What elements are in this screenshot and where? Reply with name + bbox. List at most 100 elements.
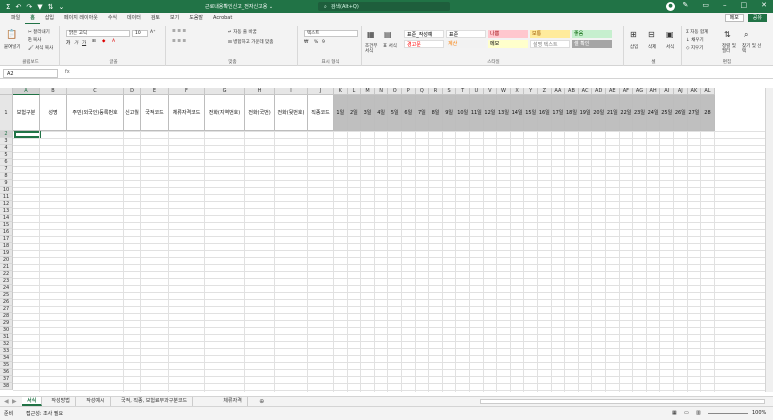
header-cell-27[interactable]: 18일 [565, 95, 579, 131]
ribbon-tab-7[interactable]: 보기 [165, 13, 184, 24]
header-cell-1[interactable]: 성명 [40, 95, 67, 131]
column-header-r[interactable]: R [429, 88, 443, 95]
ribbon-tab-5[interactable]: 데이터 [122, 13, 146, 24]
prev-sheet-icon[interactable]: ◀ [4, 398, 9, 405]
row-header-10[interactable]: 10 [0, 187, 13, 194]
font-name-select[interactable]: 맑은 고딕 [66, 30, 130, 37]
row-header-20[interactable]: 20 [0, 257, 13, 264]
align-top-icon[interactable]: ≡ ≡ ≡ [172, 29, 186, 34]
sheet-tab-0[interactable]: 서식 [22, 397, 43, 406]
column-header-h[interactable]: H [245, 88, 275, 95]
header-cell-5[interactable]: 체류자격코드 [169, 95, 205, 131]
conditional-format-icon[interactable]: ▦ [367, 30, 375, 39]
row-header-29[interactable]: 29 [0, 320, 13, 327]
sheet-tab-4[interactable]: 체류자격 [218, 397, 248, 406]
ribbon-tab-6[interactable]: 검토 [146, 13, 165, 24]
bold-button[interactable]: 가 [66, 40, 70, 46]
row-header-21[interactable]: 21 [0, 264, 13, 271]
zoom-slider[interactable] [708, 413, 748, 414]
header-cell-2[interactable]: 주민(외국인)등록번호 [67, 95, 124, 131]
column-header-k[interactable]: K [334, 88, 348, 95]
sort-icon[interactable]: ⇅ [48, 3, 54, 11]
header-cell-22[interactable]: 13일 [497, 95, 511, 131]
header-cell-8[interactable]: 전화(뒷번호) [275, 95, 308, 131]
close-icon[interactable]: ✕ [761, 1, 767, 9]
header-cell-33[interactable]: 24일 [646, 95, 661, 131]
column-header-z[interactable]: Z [538, 88, 552, 95]
column-header-v[interactable]: V [483, 88, 498, 95]
vertical-scrollbar[interactable] [765, 88, 773, 392]
header-cell-32[interactable]: 23일 [633, 95, 647, 131]
row-header-15[interactable]: 15 [0, 222, 13, 229]
customize-icon[interactable]: ⌄ [58, 3, 64, 11]
delete-cells-button[interactable]: 삭제 [648, 44, 656, 50]
header-cell-37[interactable]: 28 [701, 95, 715, 131]
row-header-26[interactable]: 26 [0, 299, 13, 306]
cell-style-5[interactable]: 경고문 [404, 40, 444, 48]
row-header-3[interactable]: 3 [0, 138, 13, 145]
currency-icon[interactable]: ₩ [304, 40, 308, 45]
wrap-text-button[interactable]: ↵ 자동 줄 바꿈 [228, 29, 257, 35]
header-cell-24[interactable]: 15일 [524, 95, 538, 131]
horizontal-scrollbar[interactable] [480, 399, 765, 404]
row-header-35[interactable]: 35 [0, 362, 13, 369]
column-header-f[interactable]: F [169, 88, 205, 95]
column-header-i[interactable]: I [275, 88, 308, 95]
select-all-corner[interactable] [0, 88, 13, 95]
row-header-25[interactable]: 25 [0, 292, 13, 299]
header-cell-30[interactable]: 21일 [606, 95, 620, 131]
row-header-9[interactable]: 9 [0, 180, 13, 187]
ribbon-tab-2[interactable]: 삽입 [40, 13, 59, 24]
header-cell-12[interactable]: 3일 [361, 95, 375, 131]
column-header-a[interactable]: A [13, 88, 40, 95]
insert-cells-icon[interactable]: ⊞ [630, 30, 637, 39]
underline-button[interactable]: 가 [82, 40, 86, 46]
row-header-16[interactable]: 16 [0, 229, 13, 236]
ribbon-tab-9[interactable]: Acrobat [208, 13, 237, 24]
header-cell-28[interactable]: 19일 [578, 95, 593, 131]
comma-button[interactable]: 9 [322, 40, 325, 45]
row-header-37[interactable]: 37 [0, 376, 13, 383]
sort-filter-button[interactable]: 정렬 및 필터 [722, 44, 740, 54]
row-header-34[interactable]: 34 [0, 355, 13, 362]
row-header-27[interactable]: 27 [0, 306, 13, 313]
ribbon-tab-8[interactable]: 도움말 [184, 13, 208, 24]
merge-center-button[interactable]: ⊟ 병합하고 가운데 맞춤 [228, 39, 273, 45]
cell-style-4[interactable]: 좋음 [572, 30, 612, 38]
font-size-select[interactable]: 10 [132, 30, 148, 37]
header-cell-4[interactable]: 국적코드 [141, 95, 169, 131]
column-header-m[interactable]: M [361, 88, 375, 95]
header-cell-10[interactable]: 1일 [334, 95, 348, 131]
row-header-5[interactable]: 5 [0, 152, 13, 159]
cell-style-2[interactable]: 나쁨 [488, 30, 528, 38]
column-header-c[interactable]: C [67, 88, 124, 95]
fill-color-icon[interactable]: ◆ [102, 39, 105, 44]
row-header-12[interactable]: 12 [0, 201, 13, 208]
ribbon-tab-4[interactable]: 수식 [103, 13, 122, 24]
name-box[interactable]: A2 [3, 69, 58, 78]
column-header-g[interactable]: G [205, 88, 245, 95]
cell-style-6[interactable]: 계산 [446, 40, 486, 48]
column-header-ah[interactable]: AH [646, 88, 661, 95]
header-cell-36[interactable]: 27일 [687, 95, 702, 131]
row-header-22[interactable]: 22 [0, 271, 13, 278]
cell-style-3[interactable]: 보통 [530, 30, 570, 38]
paste-button[interactable]: 붙여넣기 [4, 44, 21, 50]
share-button[interactable]: 공유 [747, 14, 767, 22]
header-cell-16[interactable]: 7일 [415, 95, 430, 131]
column-header-y[interactable]: Y [524, 88, 538, 95]
column-header-p[interactable]: P [402, 88, 416, 95]
column-header-al[interactable]: AL [701, 88, 715, 95]
sheet-tab-2[interactable]: 작성예시 [81, 397, 111, 406]
clear-button[interactable]: ◇ 지우기 [686, 45, 703, 51]
conditional-format-button[interactable]: 조건부 서식 [365, 44, 381, 54]
row-header-38[interactable]: 38 [0, 383, 13, 390]
document-title[interactable]: 근로내용확인신고_전자신고용 ⌄ [205, 3, 273, 10]
column-header-s[interactable]: S [442, 88, 457, 95]
column-header-x[interactable]: X [510, 88, 525, 95]
pen-icon[interactable]: ✎ [683, 1, 689, 9]
header-cell-9[interactable]: 직종코드 [308, 95, 334, 131]
row-header-28[interactable]: 28 [0, 313, 13, 320]
avatar[interactable]: ● [666, 2, 675, 11]
header-cell-17[interactable]: 8일 [429, 95, 443, 131]
